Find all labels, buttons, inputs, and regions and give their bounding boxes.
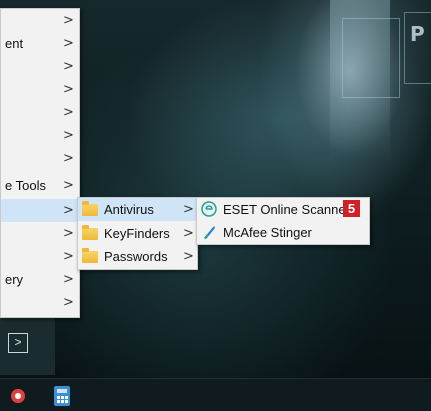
tools-submenu: Antivirus > KeyFinders > Passwords > [77, 197, 198, 270]
menu-item-label: KeyFinders [104, 226, 170, 241]
menu-item-label: ESET Online Scanner [223, 202, 350, 217]
chevron-right-icon: > [63, 128, 74, 143]
menu-item[interactable]: ent > [1, 32, 79, 55]
menu-item-label: ent [5, 36, 24, 51]
chevron-right-icon: > [63, 226, 74, 241]
main-submenu: > ent > > > > > > e Tools > > > > ery > … [0, 8, 80, 318]
menu-item-label: ery [5, 272, 24, 287]
app-taskbar-icon[interactable] [8, 385, 28, 407]
menu-item[interactable]: ery > [1, 268, 79, 291]
folder-icon [82, 248, 98, 263]
chevron-right-icon: > [63, 272, 74, 287]
menu-item[interactable]: > [1, 147, 79, 170]
chevron-right-icon: > [63, 13, 74, 28]
menu-item[interactable]: > [1, 101, 79, 124]
menu-item[interactable]: e Tools > [1, 174, 79, 197]
menu-item-keyfinders[interactable]: KeyFinders > [78, 222, 197, 245]
folder-icon [82, 225, 98, 240]
menu-item-label: Antivirus [104, 202, 154, 217]
desktop-logo-letter: P [410, 22, 425, 46]
chevron-right-icon: > [183, 226, 194, 241]
chevron-right-icon: > [63, 178, 74, 193]
mcafee-stinger-icon [201, 224, 217, 240]
menu-item-selected[interactable]: > [1, 199, 79, 222]
chevron-right-icon: > [183, 202, 194, 217]
folder-icon [82, 201, 98, 216]
menu-item[interactable]: > [1, 78, 79, 101]
menu-item[interactable]: > [1, 55, 79, 78]
chevron-right-icon: > [63, 82, 74, 97]
menu-item[interactable]: > [1, 222, 79, 245]
chevron-right-icon: > [63, 36, 74, 51]
chevron-right-icon: > [63, 295, 74, 310]
calculator-taskbar-icon[interactable] [52, 385, 72, 407]
menu-item-mcafee-stinger[interactable]: McAfee Stinger [197, 221, 369, 244]
chevron-right-icon: > [183, 249, 194, 264]
expand-arrow-button[interactable]: > [8, 333, 28, 353]
chevron-right-icon: > [63, 203, 74, 218]
menu-item-label: McAfee Stinger [223, 225, 312, 240]
chevron-right-icon: > [63, 59, 74, 74]
menu-item-passwords[interactable]: Passwords > [78, 245, 197, 268]
menu-item-antivirus[interactable]: Antivirus > [78, 198, 197, 221]
menu-item[interactable]: > [1, 124, 79, 147]
menu-item-label: e Tools [5, 178, 46, 193]
menu-item[interactable]: > [1, 245, 79, 268]
callout-number-badge: 5 [343, 200, 360, 217]
menu-item[interactable]: > [1, 291, 79, 314]
eset-icon [201, 201, 217, 217]
chevron-right-icon: > [63, 105, 74, 120]
menu-item[interactable]: > [1, 9, 79, 32]
chevron-right-icon: > [63, 249, 74, 264]
menu-item-label: Passwords [104, 249, 168, 264]
window-panel-graphic [342, 18, 400, 98]
chevron-right-icon: > [63, 151, 74, 166]
